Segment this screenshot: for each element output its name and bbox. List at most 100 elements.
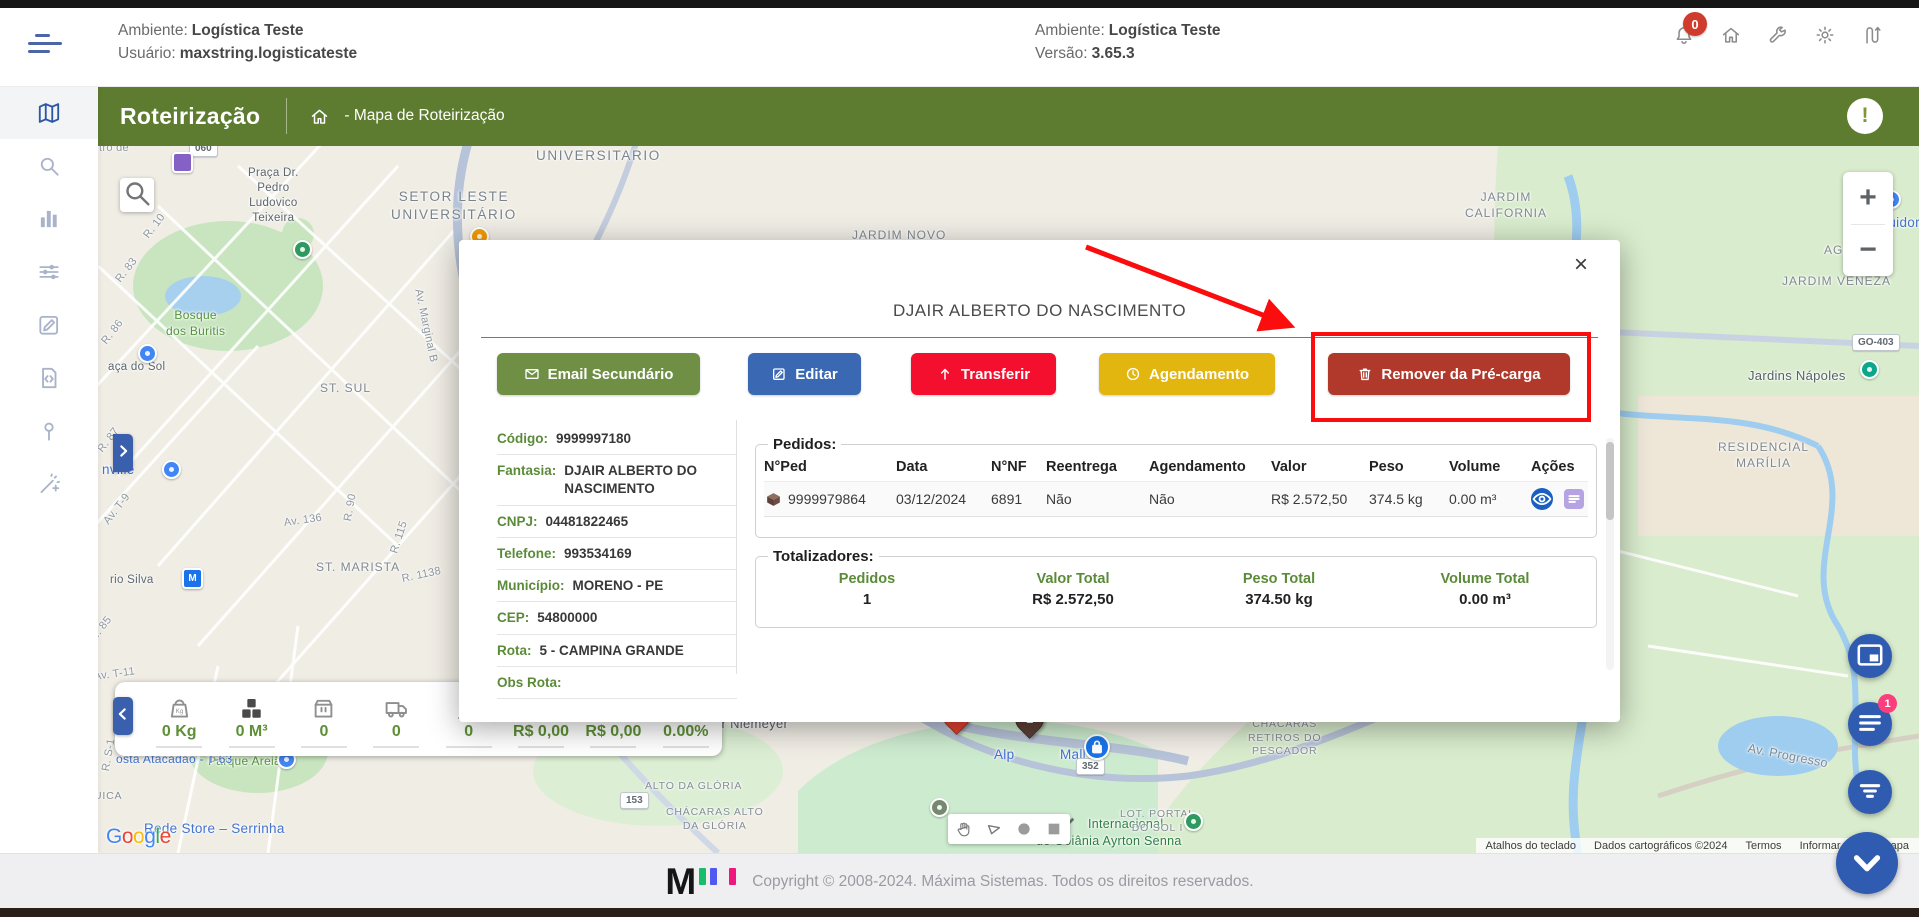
table-cell: 374.5 kg xyxy=(1369,481,1449,517)
divider xyxy=(373,746,419,748)
zoom-in-button[interactable]: + xyxy=(1843,172,1893,224)
view-order-button[interactable] xyxy=(1531,488,1553,510)
env-label: Ambiente: xyxy=(118,22,188,39)
totals-value: 0 xyxy=(392,723,401,741)
expand-panel-tab[interactable] xyxy=(113,434,133,472)
agendamento-button[interactable]: Agendamento xyxy=(1099,353,1275,395)
package-icon xyxy=(310,695,337,722)
map-draw-toolbar xyxy=(948,814,1070,844)
filter-icon xyxy=(1854,775,1886,810)
breadcrumb-home-icon[interactable] xyxy=(309,106,330,127)
page-title: Roteirização xyxy=(120,103,260,130)
pan-hand-icon[interactable] xyxy=(954,819,974,839)
list-count-badge: 1 xyxy=(1878,694,1897,713)
map-layers-button[interactable] xyxy=(1848,634,1892,678)
button-label: Editar xyxy=(795,366,838,383)
sidebar-item-documents[interactable] xyxy=(0,351,98,404)
totalizer-value: 0.00 m³ xyxy=(1382,591,1588,608)
copyright-text: Copyright © 2008-2024. Máxima Sistemas. … xyxy=(752,873,1253,891)
sidebar-item-reports[interactable] xyxy=(0,192,98,245)
collapse-totals-tab[interactable] xyxy=(113,697,133,735)
gear-icon[interactable] xyxy=(1814,24,1836,46)
zoom-out-button[interactable]: − xyxy=(1843,225,1893,277)
divider xyxy=(446,746,492,748)
env-value: 3.65.3 xyxy=(1092,45,1135,62)
divider xyxy=(156,746,202,748)
map-search-button[interactable] xyxy=(120,178,154,212)
editar-button[interactable]: Editar xyxy=(748,353,861,395)
table-header-cell: Ações xyxy=(1531,455,1588,481)
search-icon xyxy=(120,176,154,215)
close-icon[interactable]: × xyxy=(1568,252,1594,278)
poi-icon xyxy=(1184,812,1203,831)
menu-toggle-icon[interactable] xyxy=(28,34,68,60)
home-icon[interactable] xyxy=(1720,24,1742,46)
wrench-icon[interactable] xyxy=(1767,24,1789,46)
sidebar-item-map[interactable] xyxy=(0,86,98,139)
detail-value: DJAIR ALBERTO DO NASCIMENTO xyxy=(564,462,737,498)
draw-square-icon[interactable] xyxy=(1044,819,1064,839)
sidebar-item-tools[interactable] xyxy=(0,457,98,510)
totals-fieldset: Totalizadores: Pedidos1Valor TotalR$ 2.5… xyxy=(755,548,1597,628)
weight-icon: Kg xyxy=(166,695,193,722)
transferir-button[interactable]: Transferir xyxy=(911,353,1056,395)
attribution-link[interactable]: Atalhos do teclado xyxy=(1486,840,1577,852)
remover-pre-carga-button[interactable]: Remover da Pré-carga xyxy=(1328,353,1570,395)
env-line: Ambiente:Logística Teste xyxy=(118,19,357,42)
env-value: Logística Teste xyxy=(1109,22,1221,39)
divider xyxy=(590,746,636,748)
table-header-cell: Data xyxy=(896,455,991,481)
route-icon[interactable] xyxy=(1861,24,1883,46)
divider xyxy=(229,746,275,748)
draw-circle-icon[interactable] xyxy=(1014,819,1034,839)
totalizer-value: R$ 2.572,50 xyxy=(970,591,1176,608)
sidebar-item-search[interactable] xyxy=(0,139,98,192)
alert-button[interactable]: ! xyxy=(1847,98,1883,134)
env-value: maxstring.logisticateste xyxy=(180,45,357,62)
totals-value: 0 xyxy=(464,723,473,741)
divider xyxy=(736,420,737,674)
attribution-link[interactable]: Dados cartográficos ©2024 xyxy=(1594,840,1727,852)
totals-value: 0 M³ xyxy=(236,723,268,741)
sidebar-item-parameters[interactable] xyxy=(0,245,98,298)
exclamation-icon: ! xyxy=(1862,104,1869,128)
map-zoom-control: + − xyxy=(1843,172,1893,276)
envelope-icon xyxy=(524,366,540,382)
table-cell: 6891 xyxy=(991,481,1046,517)
totalizer-label: Pedidos xyxy=(764,571,970,587)
totalizer-label: Valor Total xyxy=(970,571,1176,587)
chevron-right-icon xyxy=(113,441,133,466)
collapse-button[interactable] xyxy=(1836,832,1898,894)
bell-icon[interactable]: 0 xyxy=(1673,24,1695,46)
sliders-icon xyxy=(36,259,62,285)
detail-value: 04481822465 xyxy=(546,513,629,531)
table-header-cell: Agendamento xyxy=(1149,455,1271,481)
totals-value: 0.00% xyxy=(663,723,708,741)
orders-legend: Pedidos: xyxy=(768,436,841,453)
table-cell: 03/12/2024 xyxy=(896,481,991,517)
email-secundario-button[interactable]: Email Secundário xyxy=(497,353,700,395)
totals-item: Kg0 Kg xyxy=(143,682,215,756)
bottom-window-strip xyxy=(0,908,1919,917)
sidebar-item-edit[interactable] xyxy=(0,298,98,351)
logo-bars xyxy=(699,868,736,885)
table-header-cell: Volume xyxy=(1449,455,1531,481)
truck-icon xyxy=(383,695,410,722)
picture-in-picture-icon xyxy=(1854,639,1886,674)
sidebar-item-markers[interactable] xyxy=(0,404,98,457)
attribution-link[interactable]: Termos xyxy=(1746,840,1782,852)
table-header-cell: N°Ped xyxy=(764,455,896,481)
detail-row: Rota:5 - CAMPINA GRANDE xyxy=(497,635,737,667)
search-icon xyxy=(36,153,62,179)
svg-text:Kg: Kg xyxy=(175,708,182,714)
map-icon xyxy=(36,100,62,126)
order-notes-button[interactable] xyxy=(1564,489,1584,509)
arrow-up-icon xyxy=(937,366,953,382)
cubes-icon xyxy=(238,695,265,722)
scrollbar-thumb[interactable] xyxy=(1606,442,1614,520)
env-line: Ambiente:Logística Teste xyxy=(1035,19,1220,42)
totalizer-column: Valor Total R$ 2.572,50 xyxy=(970,571,1176,608)
draw-polygon-icon[interactable] xyxy=(984,819,1004,839)
filter-button[interactable] xyxy=(1848,770,1892,814)
totalizer-column: Volume Total0.00 m³ xyxy=(1382,571,1588,608)
